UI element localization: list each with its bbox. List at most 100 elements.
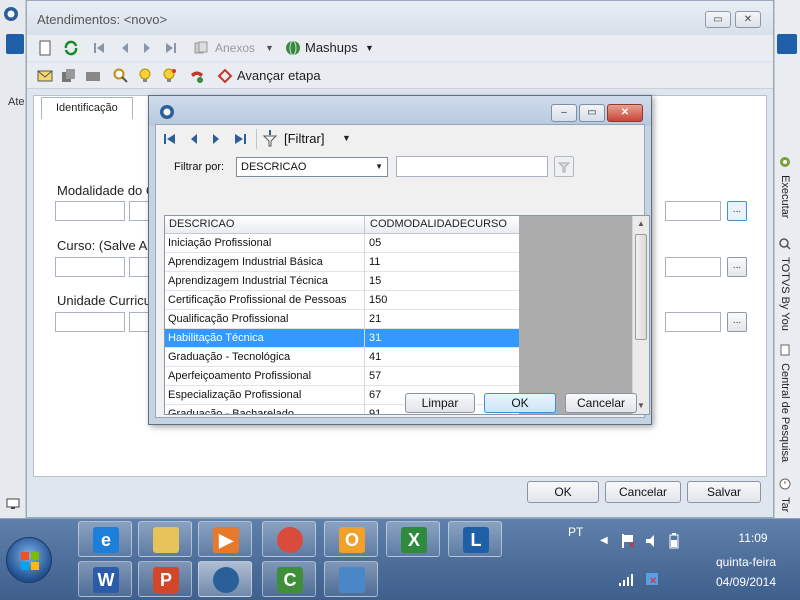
taskbar-camtasia[interactable]: C — [262, 561, 316, 597]
taskbar-virtualbox[interactable] — [198, 561, 252, 597]
anexos-button[interactable]: Anexos — [215, 39, 255, 57]
curso-code-input[interactable] — [55, 257, 125, 277]
table-row[interactable]: Aperfeiçoamento Profissional 57 — [165, 367, 519, 386]
ok-button[interactable]: OK — [527, 481, 599, 503]
filtrar-dropdown-arrow[interactable]: ▼ — [342, 133, 351, 143]
modalidade-lookup-button[interactable]: ... — [727, 201, 747, 221]
curso-desc-input-right[interactable] — [665, 257, 721, 277]
dialog-first-icon[interactable] — [162, 131, 178, 147]
table-row[interactable]: Certificação Profissional de Pessoas 150 — [165, 291, 519, 310]
dialog-minimize-button[interactable]: – — [551, 104, 577, 122]
right-blue-tab[interactable] — [777, 34, 797, 54]
dialog-titlebar[interactable]: – ▭ ✕ — [149, 96, 651, 126]
window-restore-button[interactable]: ▭ — [705, 11, 731, 28]
copy-icon[interactable] — [61, 68, 77, 84]
salvar-button[interactable]: Salvar — [687, 481, 761, 503]
signal-strength-icon[interactable] — [618, 573, 634, 587]
first-record-icon[interactable] — [91, 40, 107, 56]
column-header-codmodalidade[interactable]: CODMODALIDADECURSO — [370, 218, 507, 230]
taskbar-excel[interactable]: X — [386, 521, 440, 557]
side-tab-executar[interactable]: Executar — [779, 156, 791, 218]
table-row[interactable]: Habilitação Técnica 31 — [165, 329, 519, 348]
dialog-cancelar-button[interactable]: Cancelar — [565, 393, 637, 413]
taskbar-powerpoint[interactable]: P — [138, 561, 192, 597]
last-record-icon[interactable] — [163, 40, 179, 56]
dialog-maximize-button[interactable]: ▭ — [579, 104, 605, 122]
taskbar-outlook[interactable]: O — [324, 521, 378, 557]
shield-alert-icon[interactable]: ✕ — [644, 571, 660, 587]
lightbulb-alert-icon[interactable] — [161, 68, 177, 84]
lightbulb-icon[interactable] — [137, 68, 153, 84]
scroll-up-arrow[interactable]: ▲ — [633, 216, 649, 232]
grid-vertical-scrollbar[interactable]: ▲ ▼ — [632, 216, 649, 414]
new-document-icon[interactable] — [37, 40, 53, 56]
filter-field-select[interactable]: DESCRICAO ▼ — [236, 157, 388, 177]
mashups-dropdown-arrow[interactable]: ▼ — [365, 39, 374, 57]
table-row[interactable]: Qualificação Profissional 21 — [165, 310, 519, 329]
language-indicator[interactable]: PT — [568, 525, 583, 539]
dialog-prev-icon[interactable] — [186, 131, 202, 147]
left-blue-tab[interactable] — [6, 34, 24, 54]
dialog-ok-button[interactable]: OK — [484, 393, 556, 413]
email-icon[interactable] — [37, 68, 53, 84]
table-row[interactable]: Graduação - Tecnológica 41 — [165, 348, 519, 367]
taskbar-file-explorer[interactable] — [138, 521, 192, 557]
window-titlebar[interactable]: Atendimentos: <novo> ▭ ✕ — [27, 1, 773, 35]
taskbar-chrome[interactable] — [262, 521, 316, 557]
side-tab-central[interactable]: Central de Pesquisa — [779, 344, 791, 462]
filter-apply-button[interactable] — [554, 156, 574, 177]
anexos-dropdown-arrow[interactable]: ▼ — [265, 39, 274, 57]
modalidade-desc-input[interactable] — [129, 201, 149, 221]
dialog-close-button[interactable]: ✕ — [607, 104, 643, 122]
modalidade-code-input[interactable] — [55, 201, 125, 221]
phone-transfer-icon[interactable] — [189, 68, 205, 84]
filter-search-input[interactable] — [396, 156, 548, 177]
clock-time[interactable]: 11:09 — [718, 531, 788, 545]
window-close-button[interactable]: ✕ — [735, 11, 761, 28]
table-row[interactable]: Aprendizagem Industrial Básica 11 — [165, 253, 519, 272]
battery-icon[interactable] — [668, 533, 680, 549]
network-flag-icon[interactable]: ✕ — [620, 533, 636, 549]
dialog-last-icon[interactable] — [232, 131, 248, 147]
excel-icon: X — [401, 527, 427, 553]
tab-identificacao[interactable]: Identificação — [41, 97, 133, 119]
modalidade-desc-input-right[interactable] — [665, 201, 721, 221]
taskbar-media-player[interactable]: ▶ — [198, 521, 252, 557]
refresh-icon[interactable] — [63, 40, 79, 56]
monitor-icon[interactable] — [6, 498, 20, 510]
column-header-descricao[interactable]: DESCRICAO — [169, 218, 234, 230]
curso-desc-input[interactable] — [129, 257, 149, 277]
unidade-lookup-button[interactable]: ... — [727, 312, 747, 332]
curso-lookup-button[interactable]: ... — [727, 257, 747, 277]
cancelar-button[interactable]: Cancelar — [605, 481, 681, 503]
table-row[interactable]: Aprendizagem Industrial Técnica 15 — [165, 272, 519, 291]
scroll-thumb[interactable] — [635, 234, 647, 340]
show-hidden-icons-icon[interactable]: ◀ — [600, 535, 608, 546]
main-toolbar: Anexos ▼ Mashups ▼ — [27, 35, 773, 61]
search-magnifier-icon[interactable] — [113, 68, 129, 84]
filtrar-button[interactable]: [Filtrar] — [284, 131, 324, 146]
taskbar-lync[interactable]: L — [448, 521, 502, 557]
unidade-code-input[interactable] — [55, 312, 125, 332]
clock-date: 04/09/2014 — [715, 575, 777, 589]
dialog-next-icon[interactable] — [208, 131, 224, 147]
limpar-button[interactable]: Limpar — [405, 393, 475, 413]
filter-by-label: Filtrar por: — [174, 161, 225, 173]
unidade-desc-input[interactable] — [129, 312, 149, 332]
next-record-icon[interactable] — [139, 40, 155, 56]
previous-record-icon[interactable] — [117, 40, 133, 56]
side-tab-tar[interactable]: Tar — [779, 478, 791, 512]
unidade-desc-input-right[interactable] — [665, 312, 721, 332]
cell-descricao: Aprendizagem Industrial Técnica — [168, 275, 328, 287]
taskbar-internet-explorer[interactable]: e — [78, 521, 132, 557]
start-button[interactable] — [6, 537, 52, 583]
taskbar-word[interactable]: W — [78, 561, 132, 597]
transfer-icon[interactable] — [85, 68, 101, 84]
taskbar-control-panel[interactable] — [324, 561, 378, 597]
side-tab-totvs[interactable]: TOTVS By You — [779, 238, 791, 331]
filter-field-value: DESCRICAO — [241, 161, 307, 173]
mashups-button[interactable]: Mashups — [305, 39, 358, 57]
avancar-etapa-button[interactable]: Avançar etapa — [237, 67, 321, 85]
table-row[interactable]: Iniciação Profissional 05 — [165, 234, 519, 253]
volume-icon[interactable] — [644, 533, 660, 549]
